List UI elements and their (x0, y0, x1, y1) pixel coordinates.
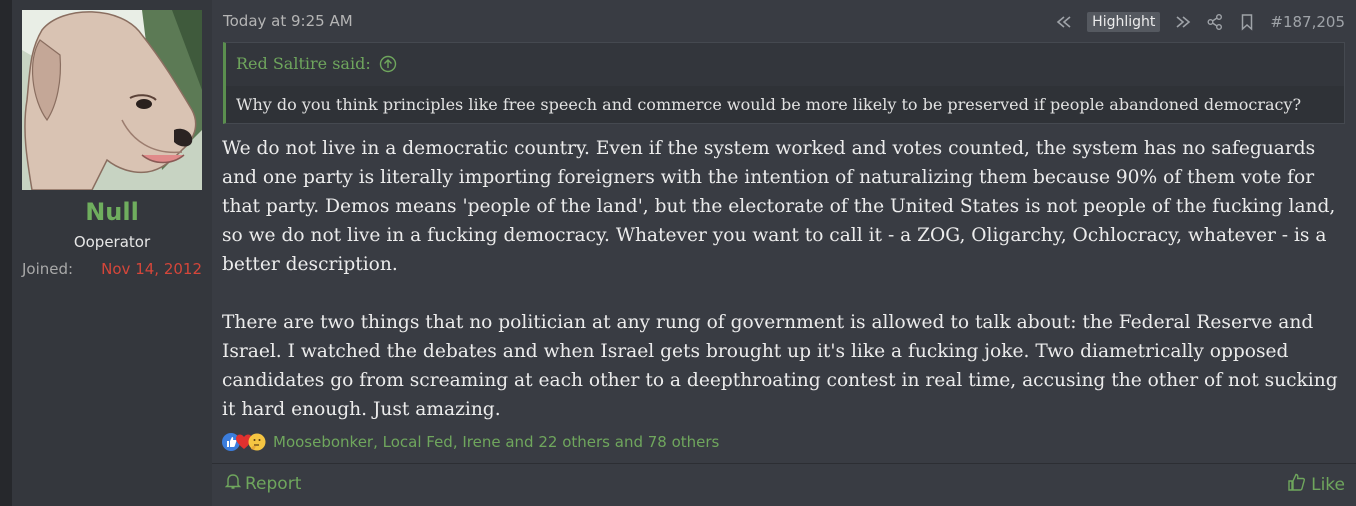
post-date[interactable]: Today at 9:25 AM (223, 12, 353, 30)
post-paragraph: We do not live in a democratic country. … (222, 138, 1336, 275)
reaction-icons[interactable] (222, 433, 266, 451)
reactions-bar: Moosebonker, Local Fed, Irene and 22 oth… (222, 431, 719, 453)
avatar[interactable] (22, 10, 202, 190)
thinking-face-icon (248, 433, 266, 451)
quote-text: Why do you think principles like free sp… (226, 86, 1344, 123)
bell-icon (224, 472, 242, 495)
footer-divider (212, 463, 1356, 464)
post-actions: Highlight #187,205 (1055, 10, 1345, 34)
quote-attribution[interactable]: Red Saltire said: (236, 54, 371, 73)
post-number-link[interactable]: #187,205 (1270, 13, 1345, 31)
page-left-edge (0, 0, 12, 506)
post-body: We do not live in a democratic country. … (222, 134, 1348, 424)
message-main: Today at 9:25 AM Highlight #187,205 Red … (212, 0, 1356, 506)
dog-avatar-image (22, 10, 202, 190)
like-label: Like (1311, 474, 1345, 495)
highlight-button[interactable]: Highlight (1087, 12, 1161, 32)
joined-label: Joined: (22, 260, 74, 278)
thumbs-up-outline-icon (1287, 472, 1307, 497)
like-button[interactable]: Like (1287, 472, 1345, 497)
post-paragraph: There are two things that no politician … (222, 312, 1338, 420)
bookmark-icon[interactable] (1238, 13, 1256, 31)
report-button[interactable]: Report (224, 472, 302, 495)
quote-header[interactable]: Red Saltire said: (236, 54, 397, 73)
joined-date: Nov 14, 2012 (101, 260, 202, 278)
share-icon[interactable] (1206, 13, 1224, 31)
username[interactable]: Null (12, 198, 212, 226)
arrow-up-circle-icon[interactable] (379, 55, 397, 73)
user-title: Ooperator (73, 233, 151, 251)
reactions-users-link[interactable]: Moosebonker, Local Fed, Irene and 22 oth… (273, 433, 719, 451)
next-highlight-icon[interactable] (1174, 13, 1192, 31)
message-user-column: Null Ooperator Joined: Nov 14, 2012 (12, 0, 212, 506)
previous-highlight-icon[interactable] (1055, 13, 1073, 31)
report-label: Report (245, 473, 302, 494)
quote-block: Red Saltire said: Why do you think princ… (223, 42, 1345, 124)
